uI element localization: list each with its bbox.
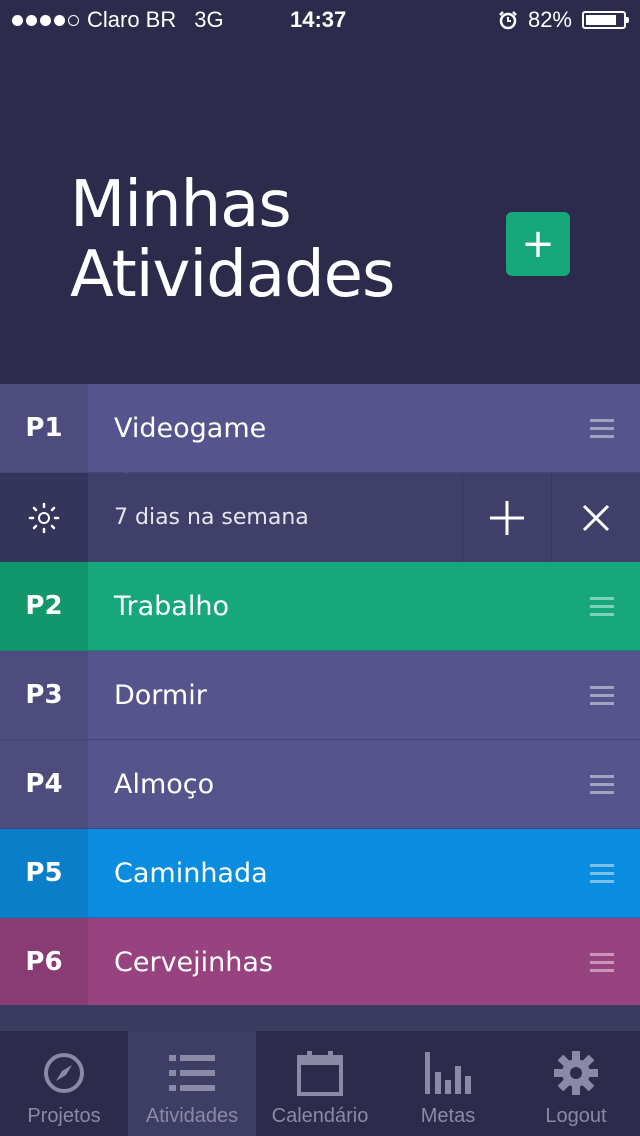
bar-chart-icon (425, 1045, 471, 1101)
priority-badge: P3 (0, 651, 88, 739)
tab-label: Metas (420, 1105, 476, 1127)
drag-handle-icon[interactable] (590, 863, 614, 883)
signal-strength-icon (12, 14, 79, 26)
activity-list: P1 Videogame 7 dias na semana P2 Trabalh… (0, 384, 640, 1007)
drag-handle-icon[interactable] (590, 418, 614, 438)
drag-handle-icon[interactable] (590, 685, 614, 705)
tab-logout[interactable]: Logout (512, 1031, 640, 1136)
page-title-line1: Minhas (70, 168, 292, 242)
activity-name: Cervejinhas (114, 946, 273, 978)
activity-row-p2[interactable]: P2 Trabalho (0, 562, 640, 651)
calendar-icon (297, 1045, 343, 1101)
drag-handle-icon[interactable] (590, 596, 614, 616)
tab-label: Projetos (27, 1105, 101, 1127)
priority-badge: P4 (0, 740, 88, 828)
alarm-icon (499, 11, 517, 30)
list-footer (0, 1005, 640, 1031)
tab-label: Atividades (145, 1105, 239, 1127)
page-title-line2: Atividades (70, 238, 395, 312)
activity-row-p1[interactable]: P1 Videogame (0, 384, 640, 473)
activity-row-p5[interactable]: P5 Caminhada (0, 829, 640, 918)
activity-name: Almoço (114, 768, 215, 800)
activity-row-p6[interactable]: P6 Cervejinhas (0, 918, 640, 1007)
status-bar: Claro BR 3G 14:37 82% (0, 0, 640, 40)
clock: 14:37 (290, 7, 347, 32)
close-icon[interactable] (551, 473, 640, 562)
priority-badge: P2 (0, 562, 88, 650)
activity-row-p4[interactable]: P4 Almoço (0, 740, 640, 829)
activity-name: Caminhada (114, 857, 268, 889)
activity-detail-panel: 7 dias na semana (0, 464, 640, 562)
tab-label: Calendário (271, 1105, 369, 1127)
network-type: 3G (194, 7, 224, 32)
add-activity-button[interactable]: + (506, 212, 570, 276)
drag-handle-icon[interactable] (590, 774, 614, 794)
tab-label: Logout (545, 1105, 607, 1127)
compass-icon (42, 1045, 86, 1101)
settings-icon[interactable] (0, 473, 88, 562)
activity-name: Videogame (114, 412, 267, 444)
gear-icon (553, 1045, 599, 1101)
priority-badge: P1 (0, 384, 88, 472)
battery-icon (582, 11, 629, 29)
page-title: Minhas Atividades (70, 168, 395, 312)
tab-bar: Projetos Atividades Calendário Metas Log… (0, 1031, 640, 1136)
add-icon[interactable] (462, 473, 551, 562)
carrier-name: Claro BR (87, 7, 177, 32)
drag-handle-icon[interactable] (590, 952, 614, 972)
tab-atividades[interactable]: Atividades (128, 1031, 256, 1136)
activity-row-p3[interactable]: P3 Dormir (0, 651, 640, 740)
activity-name: Dormir (114, 679, 207, 711)
battery-percent: 82% (527, 7, 572, 32)
tab-metas[interactable]: Metas (384, 1031, 512, 1136)
tab-projetos[interactable]: Projetos (0, 1031, 128, 1136)
tab-calendario[interactable]: Calendário (256, 1031, 384, 1136)
activity-name: Trabalho (114, 590, 229, 622)
priority-badge: P5 (0, 829, 88, 917)
list-icon (169, 1045, 215, 1101)
detail-pointer (116, 464, 136, 474)
frequency-text: 7 dias na semana (114, 505, 309, 530)
priority-badge: P6 (0, 918, 88, 1006)
